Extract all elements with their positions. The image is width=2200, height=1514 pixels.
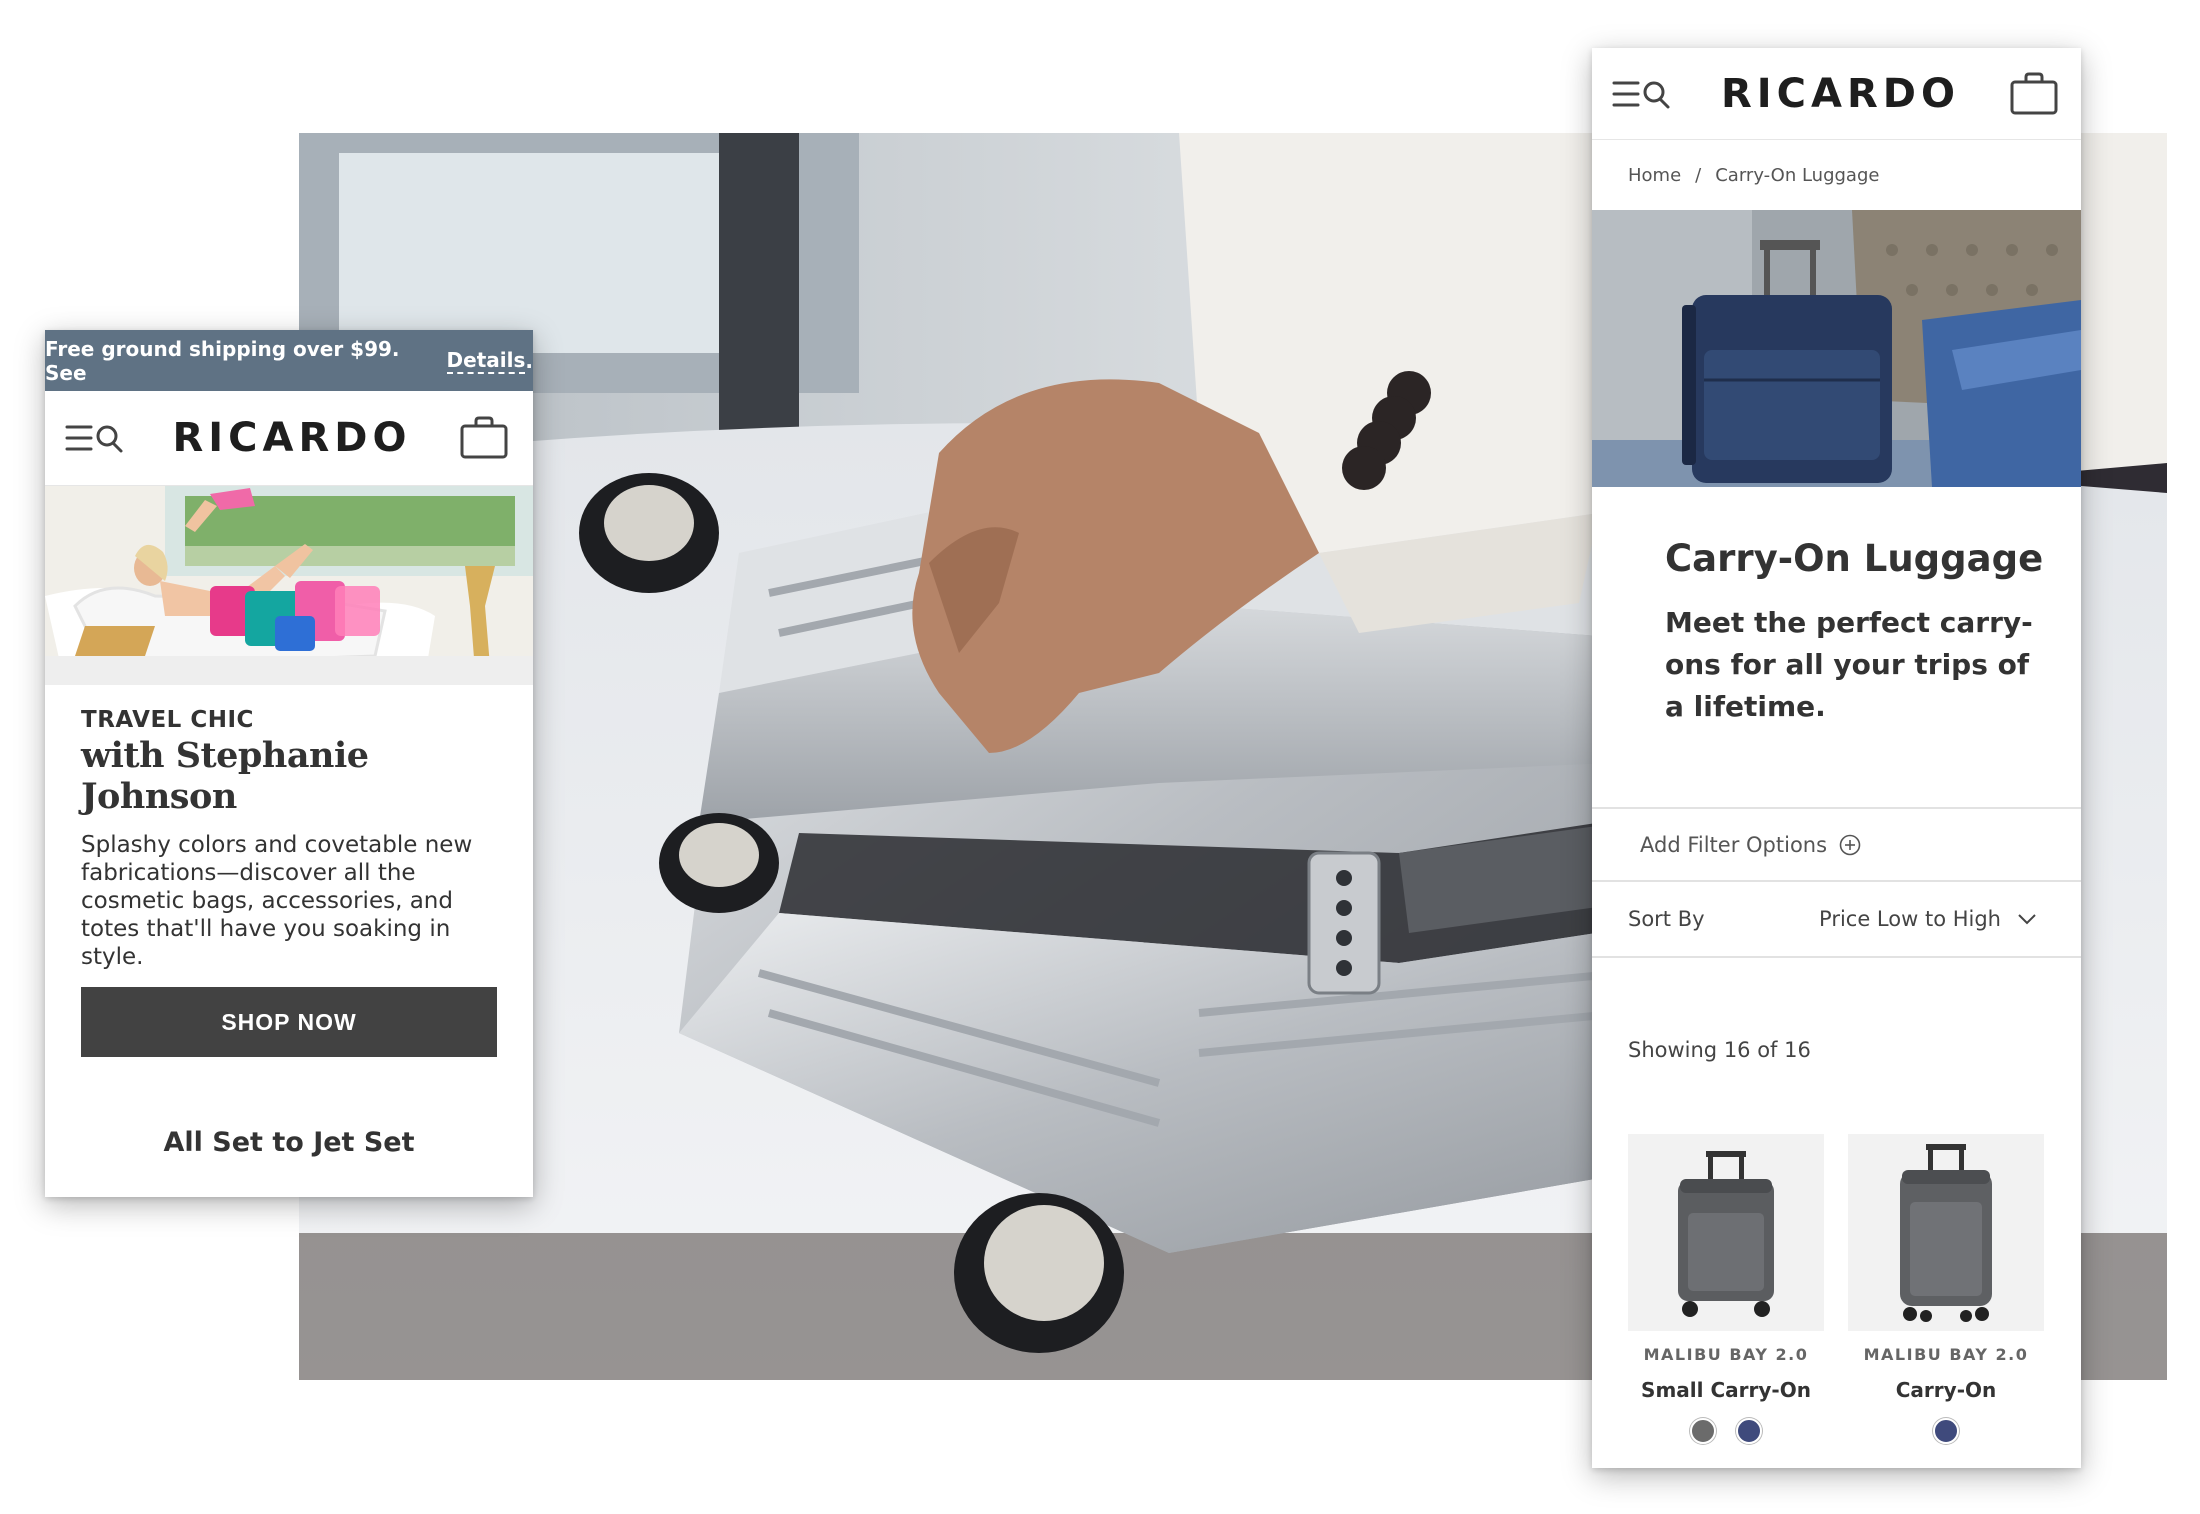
color-swatches [1628,1418,1824,1444]
site-header: RICARDO [1592,48,2081,140]
ricardo-logo[interactable]: RICARDO [172,415,411,461]
promo-suffix: . [525,348,533,373]
feature-headline: with Stephanie Johnson [81,735,369,817]
menu-search-icon[interactable] [1612,77,1672,111]
sort-label: Sort By [1628,907,1705,931]
add-filter-button[interactable]: Add Filter Options [1592,807,2081,882]
swatch-gray[interactable] [1690,1418,1716,1444]
site-header: RICARDO [45,391,533,486]
shop-now-button[interactable]: SHOP NOW [81,987,497,1057]
sort-dropdown[interactable]: Sort By Price Low to High [1592,882,2081,958]
chevron-down-icon [2017,913,2037,925]
category-banner-photo [1592,210,2081,487]
section-title: All Set to Jet Set [163,1127,415,1158]
breadcrumb: Home / Carry-On Luggage [1592,140,2081,210]
ricardo-logo[interactable]: RICARDO [1721,71,1960,117]
shopping-bag-icon[interactable] [459,416,509,460]
category-title: Carry-On Luggage [1665,537,2044,580]
breadcrumb-current: Carry-On Luggage [1715,164,1880,186]
feature-eyebrow: TRAVEL CHIC [81,707,254,733]
promo-banner: Free ground shipping over $99. See Detai… [45,330,533,391]
plus-circle-icon [1839,834,1861,856]
filter-label: Add Filter Options [1640,832,1828,857]
product-name[interactable]: Carry-On [1848,1378,2044,1402]
right-phone-screen: RICARDO Home / Carry-On Luggage Carry-On [1592,48,2081,1468]
product-name[interactable]: Small Carry-On [1628,1378,1824,1402]
promo-text: Free ground shipping over $99. See [45,336,400,385]
details-link[interactable]: Details [446,348,526,374]
product-card[interactable]: MALIBU BAY 2.0 Small Carry-On [1628,1134,1824,1444]
menu-search-icon[interactable] [65,421,125,455]
breadcrumb-home[interactable]: Home [1628,165,1681,186]
product-grid: MALIBU BAY 2.0 Small Carry-On MALIBU BAY… [1592,1134,2081,1444]
product-brand: MALIBU BAY 2.0 [1643,1345,1809,1364]
category-intro: Carry-On Luggage Meet the perfect carry-… [1592,487,2081,807]
sort-value: Price Low to High [1819,907,2001,931]
product-image[interactable] [1628,1134,1824,1331]
swatch-blue[interactable] [1736,1418,1762,1444]
product-image[interactable] [1848,1134,2044,1331]
product-brand: MALIBU BAY 2.0 [1863,1345,2029,1364]
left-phone-screen: Free ground shipping over $99. See Detai… [45,330,533,1197]
category-description: Meet the perfect carry-ons for all your … [1665,606,2033,723]
travel-chic-photo[interactable] [45,486,533,685]
color-swatches [1848,1418,2044,1444]
results-count: Showing 16 of 16 [1628,1038,1811,1062]
product-card[interactable]: MALIBU BAY 2.0 Carry-On [1848,1134,2044,1444]
shopping-bag-icon[interactable] [2009,72,2059,116]
feature-body: Splashy colors and covetable new fabrica… [81,832,473,970]
swatch-blue[interactable] [1933,1418,1959,1444]
breadcrumb-separator: / [1695,164,1702,186]
